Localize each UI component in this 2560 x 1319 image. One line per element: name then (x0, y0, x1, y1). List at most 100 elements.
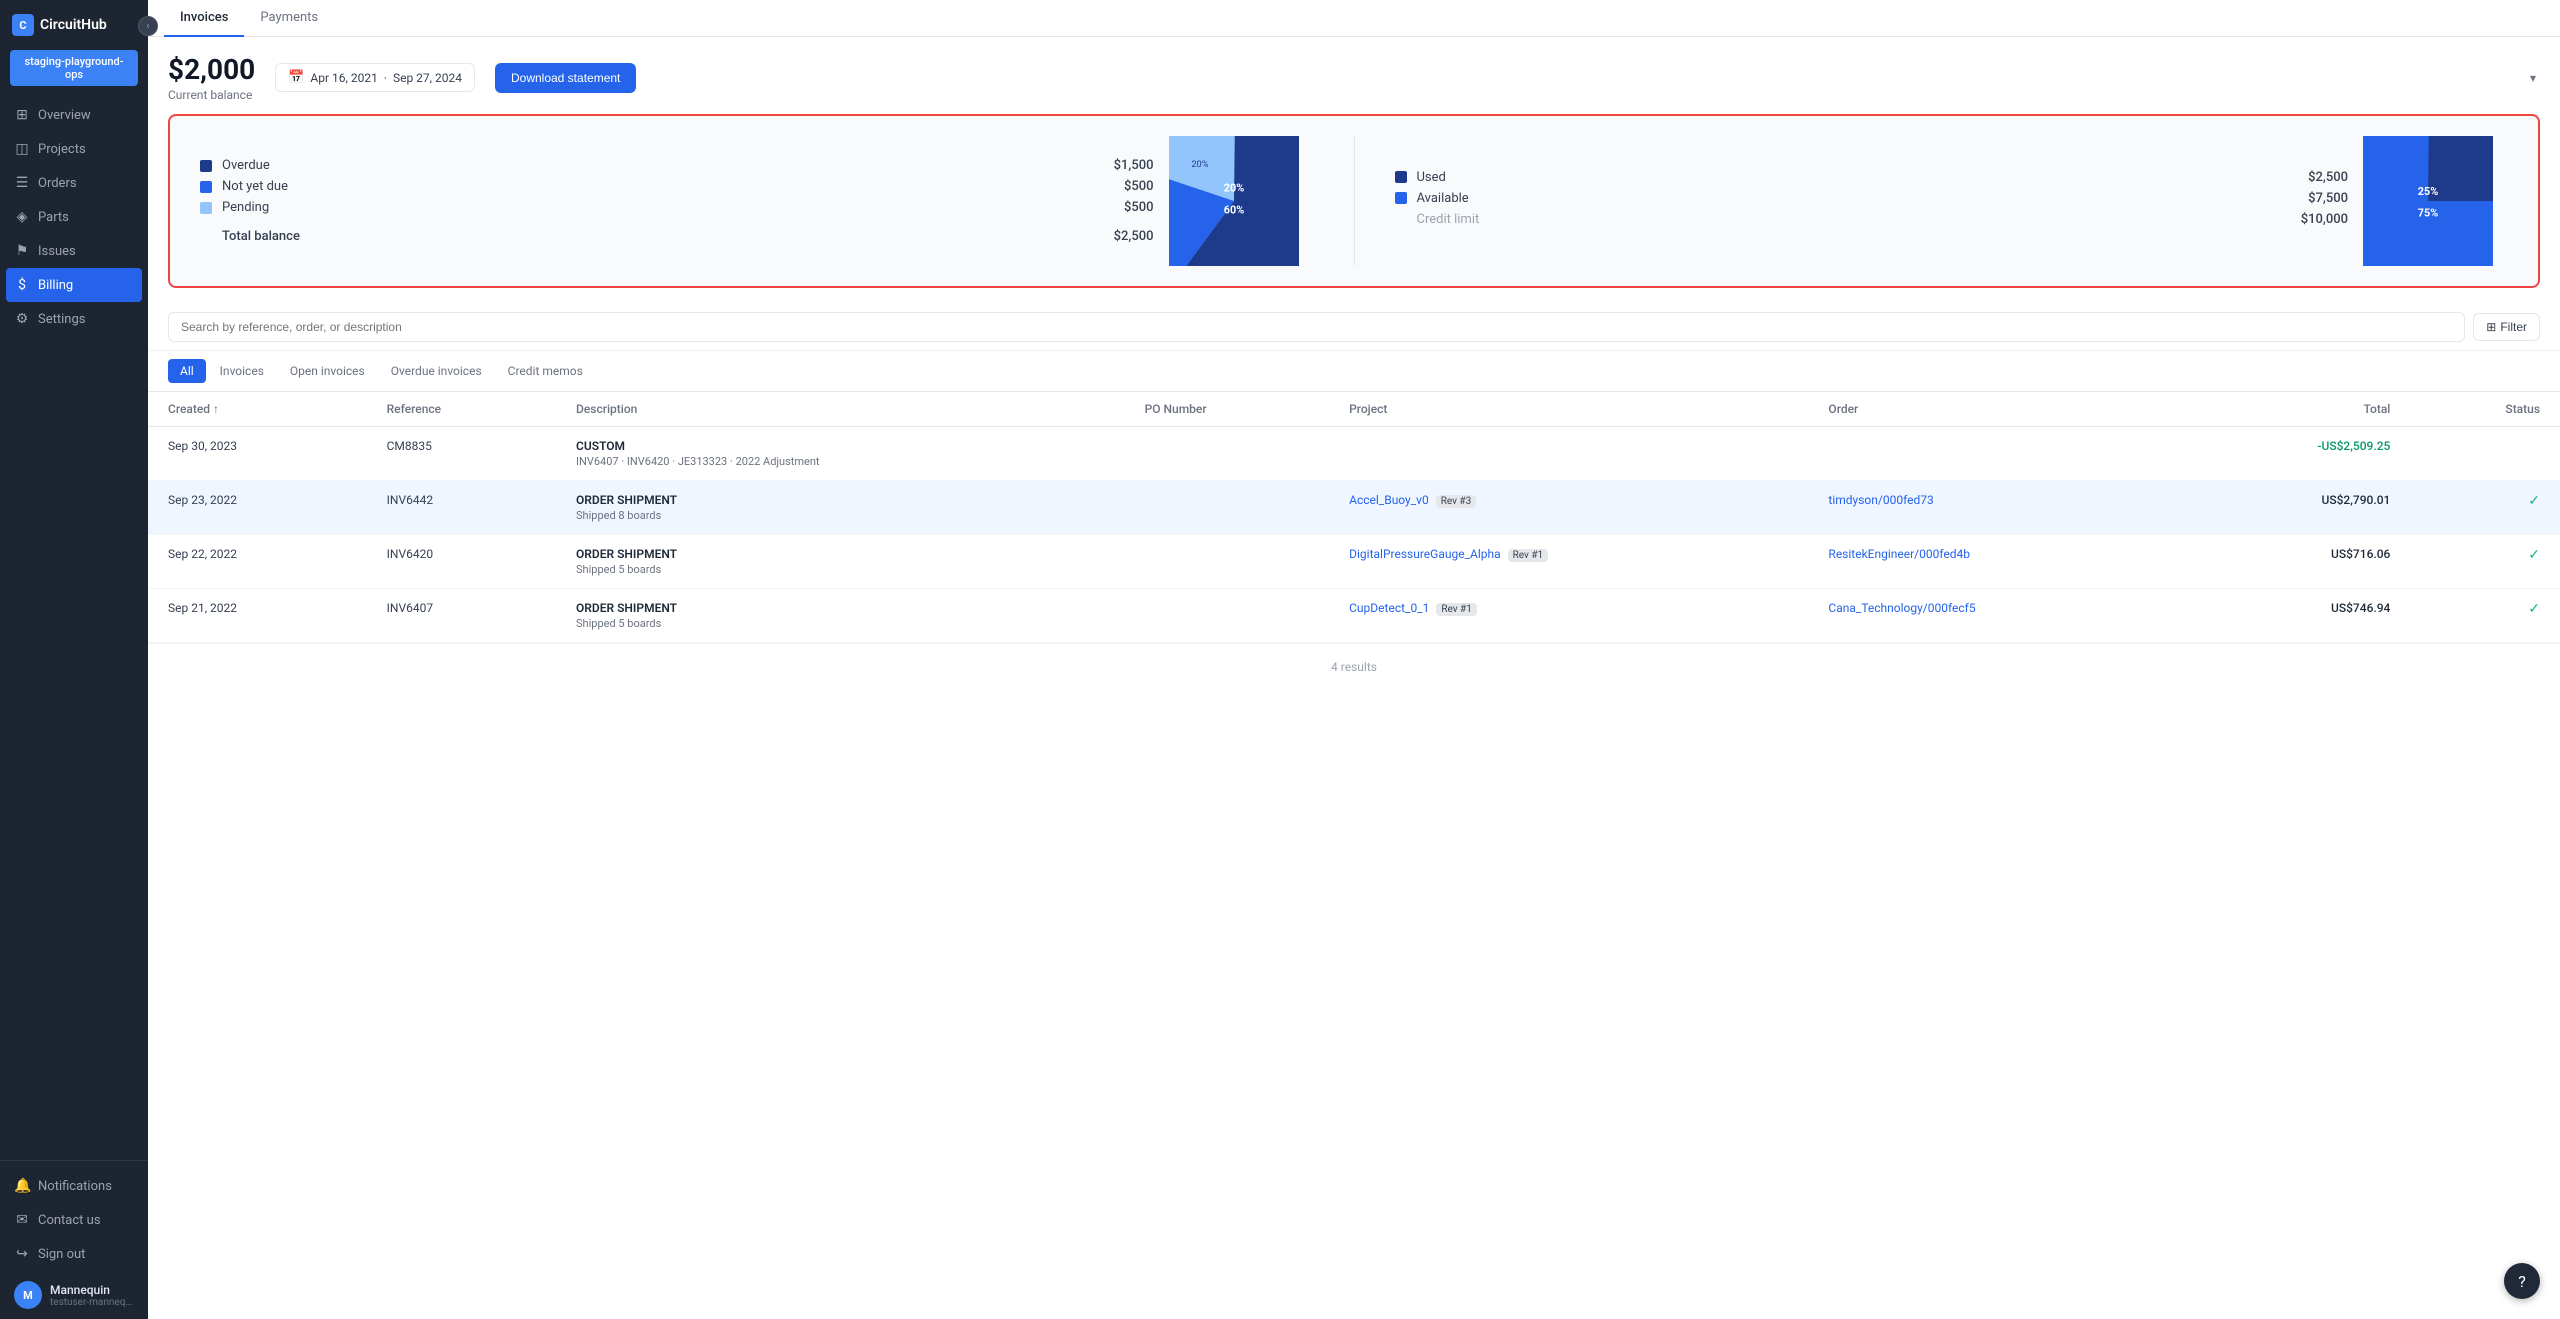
col-created[interactable]: Created ↑ (148, 392, 367, 427)
cell-total: -US$2,509.25 (2184, 427, 2411, 481)
order-link[interactable]: Cana_Technology/000fecf5 (1828, 601, 1975, 615)
total-balance-row: Total balance $2,500 (200, 223, 1154, 244)
sidebar-item-contact[interactable]: ✉ Contact us (0, 1203, 148, 1237)
logo-icon: C (12, 14, 34, 36)
project-link[interactable]: DigitalPressureGauge_Alpha (1349, 547, 1500, 561)
sidebar-item-notifications[interactable]: 🔔 Notifications (0, 1169, 148, 1203)
credit-limit-value: $10,000 (2301, 212, 2348, 227)
tab-invoices[interactable]: Invoices (164, 0, 244, 37)
col-status: Status (2410, 392, 2560, 427)
table-row: Sep 22, 2022 INV6420 ORDER SHIPMENT Ship… (148, 535, 2560, 589)
workspace-badge[interactable]: staging-playground-ops (10, 50, 138, 86)
user-name: Mannequin (50, 1283, 134, 1297)
sidebar-item-parts[interactable]: ◈ Parts (0, 200, 148, 234)
not-yet-due-row: Not yet due $500 (200, 179, 1154, 194)
rev-badge: Rev #1 (1508, 549, 1549, 562)
cell-order[interactable]: Cana_Technology/000fecf5 (1808, 589, 2183, 643)
cell-po-number (1125, 481, 1330, 535)
sub-tab-all[interactable]: All (168, 359, 206, 383)
avatar: M (14, 1281, 42, 1309)
sidebar-item-label: Settings (38, 312, 85, 327)
used-value: $2,500 (2308, 170, 2348, 185)
order-link[interactable]: timdyson/000fed73 (1828, 493, 1933, 507)
tab-payments[interactable]: Payments (244, 0, 334, 37)
sub-tab-open-invoices[interactable]: Open invoices (278, 359, 377, 383)
pending-legend-dot (200, 202, 212, 214)
not-yet-due-value: $500 (1124, 179, 1154, 194)
cell-project (1329, 427, 1808, 481)
help-button[interactable]: ? (2504, 1263, 2540, 1299)
sidebar-item-projects[interactable]: ◫ Projects (0, 132, 148, 166)
cell-total: US$746.94 (2184, 589, 2411, 643)
sub-tab-invoices[interactable]: Invoices (208, 359, 276, 383)
cell-created: Sep 21, 2022 (148, 589, 367, 643)
search-input[interactable] (168, 312, 2465, 342)
rev-badge: Rev #3 (1436, 495, 1477, 508)
not-yet-due-legend-dot (200, 181, 212, 193)
sidebar-item-issues[interactable]: ⚑ Issues (0, 234, 148, 268)
sidebar-item-label: Parts (38, 210, 69, 225)
download-statement-button[interactable]: Download statement (495, 63, 636, 93)
notifications-icon: 🔔 (14, 1178, 30, 1194)
not-yet-due-label: Not yet due (222, 179, 1114, 194)
cell-po-number (1125, 427, 1330, 481)
sidebar-item-label: Contact us (38, 1213, 101, 1228)
chevron-down-icon[interactable]: ▾ (2526, 67, 2540, 89)
balance-breakdown: Overdue $1,500 Not yet due $500 Pending … (200, 158, 1154, 244)
pending-label: Pending (222, 200, 1114, 215)
overdue-legend-dot (200, 160, 212, 172)
filter-button[interactable]: ⊞ Filter (2473, 313, 2540, 341)
cell-order[interactable]: ResitekEngineer/000fed4b (1808, 535, 2183, 589)
cell-description: ORDER SHIPMENT Shipped 8 boards (556, 481, 1125, 535)
sidebar: C CircuitHub ‹ staging-playground-ops ⊞ … (0, 0, 148, 1319)
cell-status: ✓ (2410, 481, 2560, 535)
sub-tab-overdue-invoices[interactable]: Overdue invoices (379, 359, 494, 383)
sidebar-collapse-button[interactable]: ‹ (138, 16, 158, 36)
issues-icon: ⚑ (14, 243, 30, 259)
date-range-picker[interactable]: 📅 Apr 16, 2021 · Sep 27, 2024 (275, 63, 475, 92)
sidebar-item-signout[interactable]: ↪ Sign out (0, 1237, 148, 1271)
project-link[interactable]: CupDetect_0_1 (1349, 601, 1429, 615)
sidebar-item-billing[interactable]: $ Billing (6, 268, 142, 302)
cell-description: CUSTOM INV6407 · INV6420 · JE313323 · 20… (556, 427, 1125, 481)
sub-tab-credit-memos[interactable]: Credit memos (496, 359, 595, 383)
status-check-icon: ✓ (2528, 601, 2540, 617)
settings-icon: ⚙ (14, 311, 30, 327)
filter-label: Filter (2500, 320, 2527, 334)
calendar-icon: 📅 (288, 70, 304, 85)
cell-reference: INV6420 (367, 535, 556, 589)
cell-total: US$2,790.01 (2184, 481, 2411, 535)
col-reference: Reference (367, 392, 556, 427)
project-link[interactable]: Accel_Buoy_v0 (1349, 493, 1429, 507)
sidebar-item-label: Issues (38, 244, 76, 259)
cell-created: Sep 23, 2022 (148, 481, 367, 535)
col-project: Project (1329, 392, 1808, 427)
balance-pie-chart: 20% 60% 20% (1169, 136, 1299, 266)
overview-icon: ⊞ (14, 107, 30, 123)
cell-project[interactable]: Accel_Buoy_v0 Rev #3 (1329, 481, 1808, 535)
order-link[interactable]: ResitekEngineer/000fed4b (1828, 547, 1970, 561)
table-header-row: Created ↑ Reference Description PO Numbe… (148, 392, 2560, 427)
sidebar-item-orders[interactable]: ☰ Orders (0, 166, 148, 200)
billing-icon: $ (14, 277, 30, 293)
col-po-number: PO Number (1125, 392, 1330, 427)
col-total: Total (2184, 392, 2411, 427)
date-start: Apr 16, 2021 (310, 71, 377, 85)
main-content: Invoices Payments $2,000 Current balance… (148, 0, 2560, 1319)
invoices-table-container: Created ↑ Reference Description PO Numbe… (148, 392, 2560, 1319)
cell-order[interactable]: timdyson/000fed73 (1808, 481, 2183, 535)
results-footer: 4 results (148, 643, 2560, 690)
cell-project[interactable]: DigitalPressureGauge_Alpha Rev #1 (1329, 535, 1808, 589)
balance-header: $2,000 Current balance 📅 Apr 16, 2021 · … (148, 37, 2560, 114)
projects-icon: ◫ (14, 141, 30, 157)
sidebar-item-settings[interactable]: ⚙ Settings (0, 302, 148, 336)
logo-area: C CircuitHub (0, 0, 148, 50)
credit-chart: 25% 75% (2348, 136, 2508, 266)
cell-project[interactable]: CupDetect_0_1 Rev #1 (1329, 589, 1808, 643)
total-balance-value: $2,500 (1114, 229, 1154, 244)
table-row: Sep 21, 2022 INV6407 ORDER SHIPMENT Ship… (148, 589, 2560, 643)
cell-description: ORDER SHIPMENT Shipped 5 boards (556, 589, 1125, 643)
sub-tabs: All Invoices Open invoices Overdue invoi… (148, 351, 2560, 392)
sidebar-item-overview[interactable]: ⊞ Overview (0, 98, 148, 132)
used-label: Used (1417, 170, 1446, 185)
